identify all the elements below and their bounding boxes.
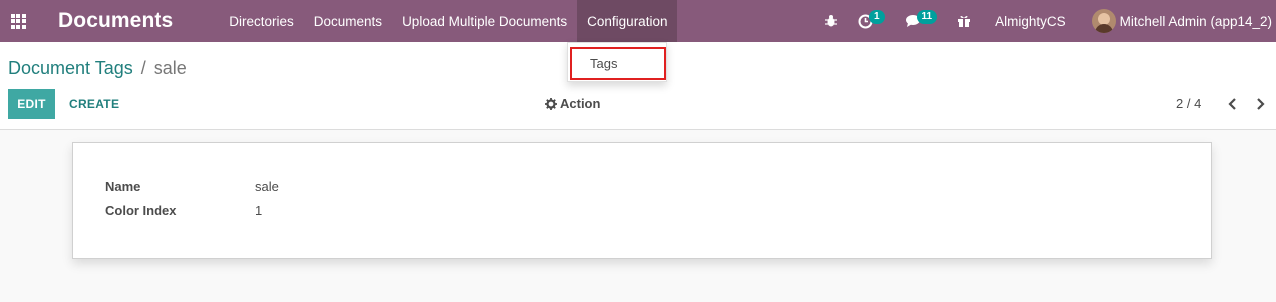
breadcrumb-parent-link[interactable]: Document Tags	[8, 58, 133, 79]
menu-documents[interactable]: Documents	[304, 0, 392, 42]
breadcrumb-separator: /	[140, 58, 146, 78]
user-menu[interactable]: Mitchell Admin (app14_2)	[1080, 0, 1276, 42]
edit-button[interactable]: EDIT	[8, 89, 55, 119]
pager-previous-icon[interactable]	[1224, 94, 1242, 114]
activity-badge: 1	[868, 10, 885, 24]
field-name-value: sale	[255, 179, 279, 194]
create-button[interactable]: CREATE	[61, 89, 127, 119]
field-color-index-label: Color Index	[105, 203, 177, 218]
action-menu-button[interactable]: Action	[545, 96, 600, 111]
gift-icon[interactable]	[947, 0, 981, 42]
app-title[interactable]: Documents	[58, 9, 173, 33]
user-avatar	[1091, 9, 1116, 33]
apps-menu-icon[interactable]	[0, 0, 36, 42]
form-sheet: Name sale Color Index 1	[72, 142, 1212, 259]
pager-next-icon[interactable]	[1251, 94, 1269, 114]
debug-icon[interactable]	[814, 0, 848, 42]
main-navbar: Documents Directories Documents Upload M…	[0, 0, 1276, 42]
user-name: Mitchell Admin (app14_2)	[1119, 13, 1272, 29]
pager-value[interactable]: 2 / 4	[1176, 96, 1201, 111]
field-color-index-value: 1	[255, 203, 263, 218]
menu-upload-multiple-documents[interactable]: Upload Multiple Documents	[392, 0, 577, 42]
action-label: Action	[560, 96, 601, 111]
top-menu: Directories Documents Upload Multiple Do…	[219, 0, 678, 42]
breadcrumb: Document Tags / sale	[8, 58, 187, 79]
dropdown-item-tags[interactable]: Tags	[570, 47, 666, 80]
company-switcher[interactable]: AlmightyCS	[981, 0, 1080, 42]
menu-configuration[interactable]: Configuration	[577, 0, 678, 42]
systray: 1 11 AlmightyCS Mitchell Admin (app14_2)	[814, 0, 1276, 42]
field-color-index: Color Index 1	[105, 203, 262, 218]
configuration-dropdown: Tags	[567, 42, 667, 82]
activity-clock-icon[interactable]: 1	[848, 0, 895, 42]
menu-directories[interactable]: Directories	[219, 0, 304, 42]
breadcrumb-current: sale	[153, 58, 187, 78]
field-name-label: Name	[105, 179, 141, 194]
gear-icon	[545, 97, 557, 110]
messages-icon[interactable]: 11	[895, 0, 948, 42]
messages-badge: 11	[916, 10, 938, 24]
field-name: Name sale	[105, 179, 279, 194]
